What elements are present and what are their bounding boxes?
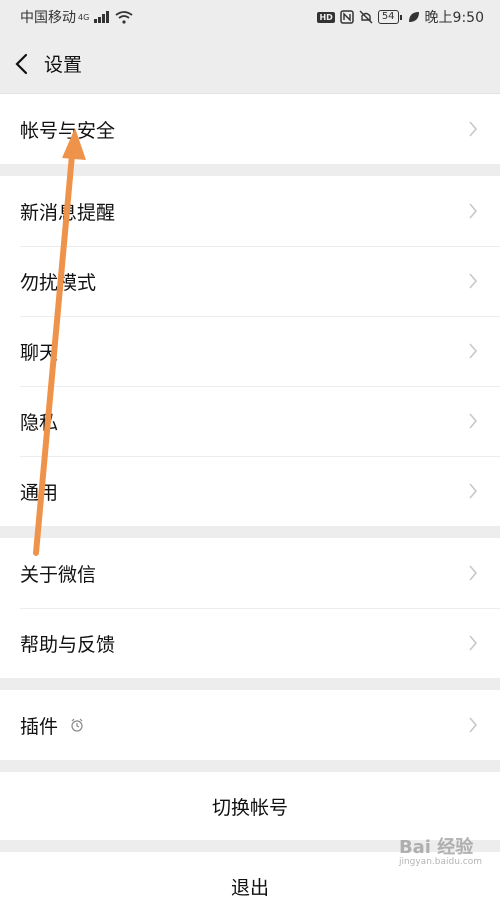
signal-icon <box>94 11 110 23</box>
carrier-label: 中国移动 <box>20 10 76 26</box>
back-arrow-icon[interactable] <box>14 53 28 75</box>
chevron-right-icon <box>469 635 478 651</box>
nav-bar: 设置 <box>0 34 500 94</box>
watermark: Bai 经验 jingyan.baidu.com <box>399 833 482 867</box>
status-left: 中国移动 4G <box>20 7 133 27</box>
chevron-right-icon <box>469 203 478 219</box>
chevron-right-icon <box>469 717 478 733</box>
status-right: HD 54 晚上9:50 <box>317 7 484 27</box>
chevron-right-icon <box>469 565 478 581</box>
cell-label: 勿扰模式 <box>20 271 97 294</box>
network-type: 4G <box>78 12 90 22</box>
group-separator <box>0 760 500 772</box>
mute-bell-icon <box>359 10 373 24</box>
cell-label: 新消息提醒 <box>20 201 116 224</box>
alarm-clock-icon <box>71 718 83 732</box>
cell-label: 关于微信 <box>20 563 97 586</box>
nfc-icon <box>340 10 354 24</box>
cell-general[interactable]: 通用 <box>0 456 500 526</box>
page-title: 设置 <box>44 54 83 76</box>
group-separator <box>0 526 500 538</box>
chevron-right-icon <box>469 273 478 289</box>
cell-label: 帐号与安全 <box>20 119 116 142</box>
cell-label-wrap: 插件 <box>20 712 84 739</box>
cell-plugins[interactable]: 插件 <box>0 690 500 760</box>
chevron-right-icon <box>469 483 478 499</box>
chevron-right-icon <box>469 121 478 137</box>
cell-help-feedback[interactable]: 帮助与反馈 <box>0 608 500 678</box>
cell-chat[interactable]: 聊天 <box>0 316 500 386</box>
settings-group-account: 帐号与安全 <box>0 94 500 164</box>
watermark-text: Bai 经验 <box>398 837 474 858</box>
cell-privacy[interactable]: 隐私 <box>0 386 500 456</box>
group-separator <box>0 678 500 690</box>
group-separator <box>0 164 500 176</box>
settings-group-general: 新消息提醒 勿扰模式 聊天 隐私 通用 <box>0 176 500 526</box>
cell-label: 聊天 <box>20 341 59 364</box>
clock: 晚上9:50 <box>424 10 484 26</box>
cell-label: 通用 <box>20 481 59 504</box>
wifi-icon <box>115 10 133 24</box>
settings-group-plugins: 插件 <box>0 690 500 760</box>
watermark-sub: jingyan.baidu.com <box>398 857 482 867</box>
switch-account-button[interactable]: 切换帐号 <box>0 772 500 840</box>
cell-label: 插件 <box>20 715 59 738</box>
battery-indicator: 54 <box>377 10 402 24</box>
cell-account-security[interactable]: 帐号与安全 <box>0 94 500 164</box>
cell-new-message-alerts[interactable]: 新消息提醒 <box>0 176 500 246</box>
leaf-icon <box>408 12 419 22</box>
cell-about-wechat[interactable]: 关于微信 <box>0 538 500 608</box>
cell-label: 帮助与反馈 <box>20 633 116 656</box>
status-bar: 中国移动 4G HD 54 晚上9:50 <box>0 0 500 34</box>
cell-do-not-disturb[interactable]: 勿扰模式 <box>0 246 500 316</box>
chevron-right-icon <box>469 343 478 359</box>
cell-label: 隐私 <box>20 411 59 434</box>
hd-badge: HD <box>317 11 335 23</box>
settings-group-about: 关于微信 帮助与反馈 <box>0 538 500 678</box>
chevron-right-icon <box>469 413 478 429</box>
